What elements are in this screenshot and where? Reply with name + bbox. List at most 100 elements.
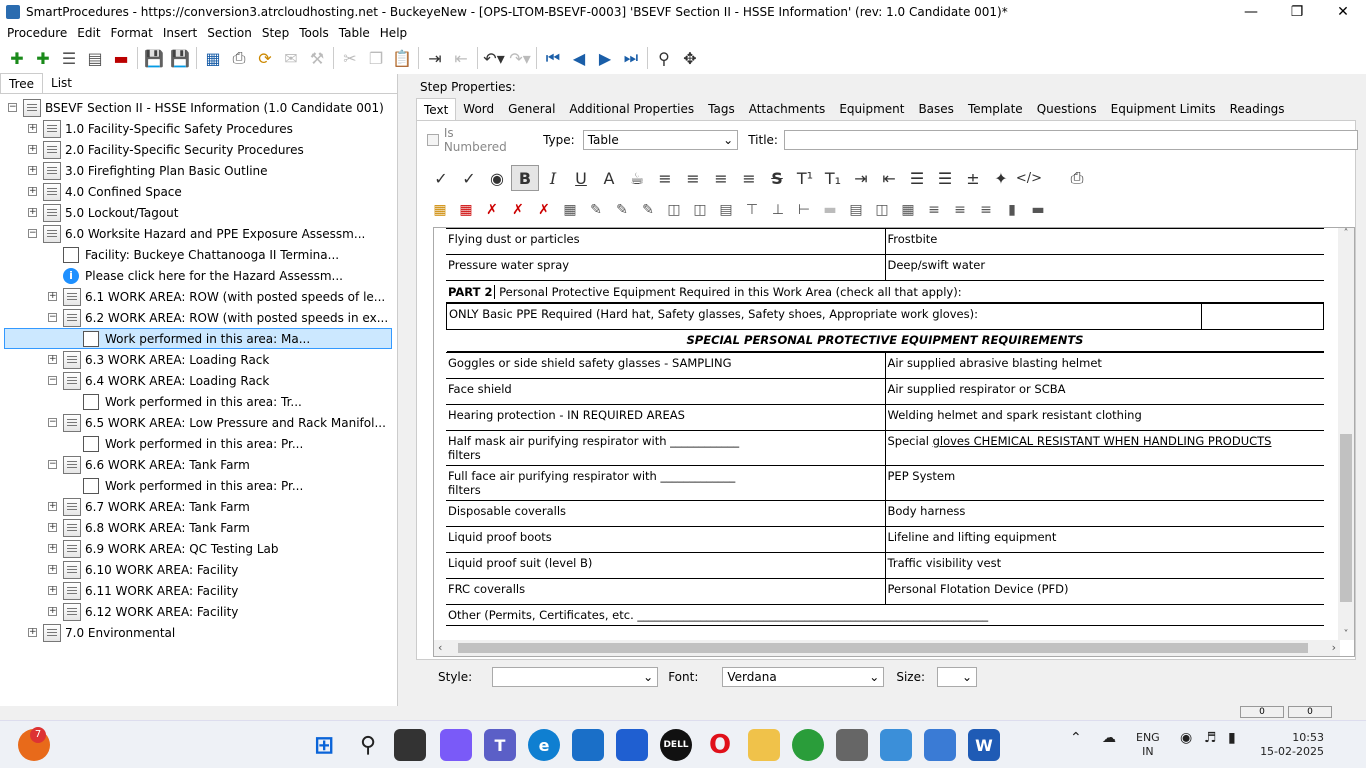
insert-row-icon[interactable]: ▤ [713, 198, 739, 222]
list-edit-icon[interactable]: ▤ [82, 45, 108, 71]
app-icon[interactable] [616, 729, 648, 761]
tree-node[interactable]: +6.12 WORK AREA: Facility [48, 601, 238, 622]
column-width-icon[interactable]: ▮ [999, 198, 1025, 222]
is-numbered-checkbox[interactable] [427, 134, 439, 146]
menu-table[interactable]: Table [334, 26, 375, 40]
collapse-icon[interactable]: − [8, 103, 17, 112]
expand-icon[interactable]: + [28, 166, 37, 175]
network-status-icon[interactable]: ☁ [1102, 731, 1116, 745]
insert-column-left-icon[interactable]: ◫ [661, 198, 687, 222]
table-cell[interactable]: Deep/swift water [885, 254, 1324, 281]
table-props-icon[interactable]: ▦ [895, 198, 921, 222]
tree-node[interactable]: +7.0 Environmental [28, 622, 175, 643]
scroll-down-icon[interactable]: ˅ [1338, 629, 1354, 640]
table-row[interactable]: Liquid proof boots Lifeline and lifting e… [446, 526, 1324, 553]
table-row[interactable]: ONLY Basic PPE Required (Hard hat, Safet… [446, 303, 1324, 330]
horizontal-scrollbar[interactable]: ‹ › [434, 640, 1340, 656]
expand-icon[interactable]: + [28, 124, 37, 133]
table-cell[interactable]: Pressure water spray [446, 254, 886, 281]
collapse-icon[interactable]: − [48, 460, 57, 469]
tab-tree[interactable]: Tree [0, 73, 44, 93]
print-icon[interactable]: ⎙ [226, 45, 252, 71]
merge-cell-icon[interactable]: ⊥ [765, 198, 791, 222]
tab-tags[interactable]: Tags [701, 98, 742, 120]
align-center-icon[interactable]: ≡ [679, 165, 707, 191]
valign-middle-icon[interactable]: ≡ [947, 198, 973, 222]
expand-icon[interactable]: + [48, 292, 57, 301]
align-right-icon[interactable]: ≡ [707, 165, 735, 191]
tab-equipment-limits[interactable]: Equipment Limits [1104, 98, 1223, 120]
bold-icon[interactable]: B [511, 165, 539, 191]
scroll-left-icon[interactable]: ‹ [438, 641, 442, 654]
tree-node[interactable]: +6.7 WORK AREA: Tank Farm [48, 496, 250, 517]
tab-attachments[interactable]: Attachments [742, 98, 833, 120]
valign-bottom-icon[interactable]: ≡ [973, 198, 999, 222]
table-cell[interactable]: Hearing protection - IN REQUIRED AREAS [446, 404, 886, 431]
tree-node[interactable]: +6.1 WORK AREA: ROW (with posted speeds … [48, 286, 385, 307]
numbered-list-icon[interactable]: ☰ [931, 165, 959, 191]
menu-insert[interactable]: Insert [158, 26, 202, 40]
vertical-scroll-thumb[interactable] [1340, 434, 1352, 602]
menu-procedure[interactable]: Procedure [2, 26, 72, 40]
delete-column-icon[interactable]: ✗ [505, 198, 531, 222]
find-icon[interactable]: ⚲ [651, 45, 677, 71]
tree-node[interactable]: Work performed in this area: Pr... [68, 433, 303, 454]
tree-node[interactable]: − BSEVF Section II - HSSE Information (1.… [8, 97, 384, 118]
delete-table-icon[interactable]: ▦ [453, 198, 479, 222]
tab-template[interactable]: Template [961, 98, 1030, 120]
remove-icon[interactable]: ▬ [108, 45, 134, 71]
font-color-icon[interactable]: A [595, 165, 623, 191]
align-left-icon[interactable]: ≡ [651, 165, 679, 191]
table-cell[interactable]: Frostbite [885, 228, 1324, 255]
tab-questions[interactable]: Questions [1030, 98, 1104, 120]
table-cell[interactable]: PEP System [885, 465, 1324, 501]
table-cell[interactable]: Liquid proof boots [446, 526, 886, 553]
preview-icon[interactable]: ▦ [200, 45, 226, 71]
menu-step[interactable]: Step [257, 26, 294, 40]
envelope-icon[interactable]: ✉ [278, 45, 304, 71]
menu-format[interactable]: Format [106, 26, 158, 40]
table-row[interactable]: Face shield Air supplied respirator or SC… [446, 378, 1324, 405]
volume-icon[interactable]: ♬ [1204, 731, 1217, 745]
tab-bases[interactable]: Bases [911, 98, 960, 120]
indent-icon[interactable]: ⇥ [422, 45, 448, 71]
tab-general[interactable]: General [501, 98, 562, 120]
table-cell[interactable]: Flying dust or particles [446, 228, 886, 255]
previous-icon[interactable]: ◀ [566, 45, 592, 71]
dell-icon[interactable]: DELL [660, 729, 692, 761]
other-cell[interactable]: Other (Permits, Certificates, etc. _____… [446, 604, 1324, 626]
menu-edit[interactable]: Edit [72, 26, 105, 40]
table-cell[interactable]: Full face air purifying respirator with … [446, 465, 886, 501]
tree-node[interactable]: − 6.6 WORK AREA: Tank Farm [48, 454, 250, 475]
tab-text[interactable]: Text [416, 98, 457, 120]
merge-disabled-icon[interactable]: ▬ [817, 198, 843, 222]
basic-ppe-check-cell[interactable] [1201, 303, 1324, 330]
basic-ppe-cell[interactable]: ONLY Basic PPE Required (Hard hat, Safet… [446, 303, 1202, 330]
size-select[interactable]: ⌄ [937, 667, 978, 687]
tree-node[interactable]: Work performed in this area: Tr... [68, 391, 302, 412]
html-source-icon[interactable]: </> [1015, 165, 1043, 191]
split-cell-icon[interactable]: ⊤ [739, 198, 765, 222]
tree-node[interactable]: +6.3 WORK AREA: Loading Rack [48, 349, 269, 370]
collapse-icon[interactable]: − [48, 418, 57, 427]
tab-readings[interactable]: Readings [1223, 98, 1292, 120]
table-row[interactable]: PART 2 Personal Protective Equipment Req… [446, 280, 1324, 303]
tree-node[interactable]: +2.0 Facility-Specific Security Procedur… [28, 139, 304, 160]
row-height-icon[interactable]: ▬ [1025, 198, 1051, 222]
tab-additional-properties[interactable]: Additional Properties [562, 98, 701, 120]
add-icon[interactable]: ✚ [4, 45, 30, 71]
table-row[interactable]: FRC coveralls Personal Flotation Device (… [446, 578, 1324, 605]
next-icon[interactable]: ▶ [592, 45, 618, 71]
tree-node[interactable]: +6.8 WORK AREA: Tank Farm [48, 517, 250, 538]
merge-right-icon[interactable]: ⊢ [791, 198, 817, 222]
battery-icon[interactable]: ▮ [1228, 731, 1236, 745]
opera-icon[interactable]: O [704, 729, 736, 761]
scroll-up-icon[interactable]: ˄ [1338, 228, 1354, 239]
table-edit-icon[interactable]: ✎ [583, 198, 609, 222]
expand-icon[interactable]: + [48, 607, 57, 616]
rich-text-editor[interactable]: Flying dust or particles Frostbite Press… [433, 227, 1355, 657]
copilot-icon[interactable] [440, 729, 472, 761]
table-cell[interactable]: Face shield [446, 378, 886, 405]
indent-right-icon[interactable]: ⇥ [847, 165, 875, 191]
insert-column-right-icon[interactable]: ◫ [687, 198, 713, 222]
